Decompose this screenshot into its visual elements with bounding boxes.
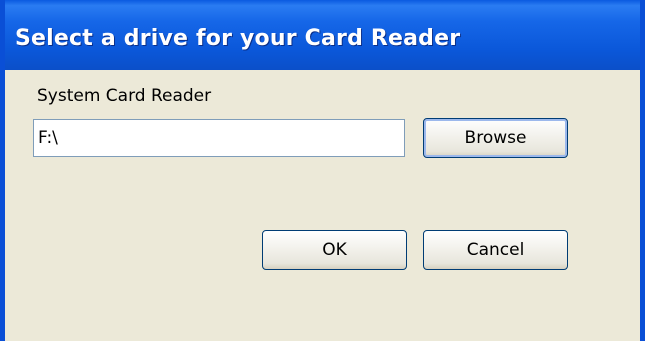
cancel-button[interactable]: Cancel xyxy=(423,230,568,270)
card-reader-label: System Card Reader xyxy=(37,86,212,106)
drive-path-input[interactable] xyxy=(33,119,405,157)
browse-button[interactable]: Browse xyxy=(423,118,568,158)
dialog-title: Select a drive for your Card Reader xyxy=(15,26,461,51)
dialog-body: System Card Reader Browse OK Cancel xyxy=(5,70,640,341)
title-bar[interactable]: Select a drive for your Card Reader xyxy=(5,0,640,70)
ok-button[interactable]: OK xyxy=(262,230,407,270)
dialog-window: Select a drive for your Card Reader Syst… xyxy=(0,0,645,341)
